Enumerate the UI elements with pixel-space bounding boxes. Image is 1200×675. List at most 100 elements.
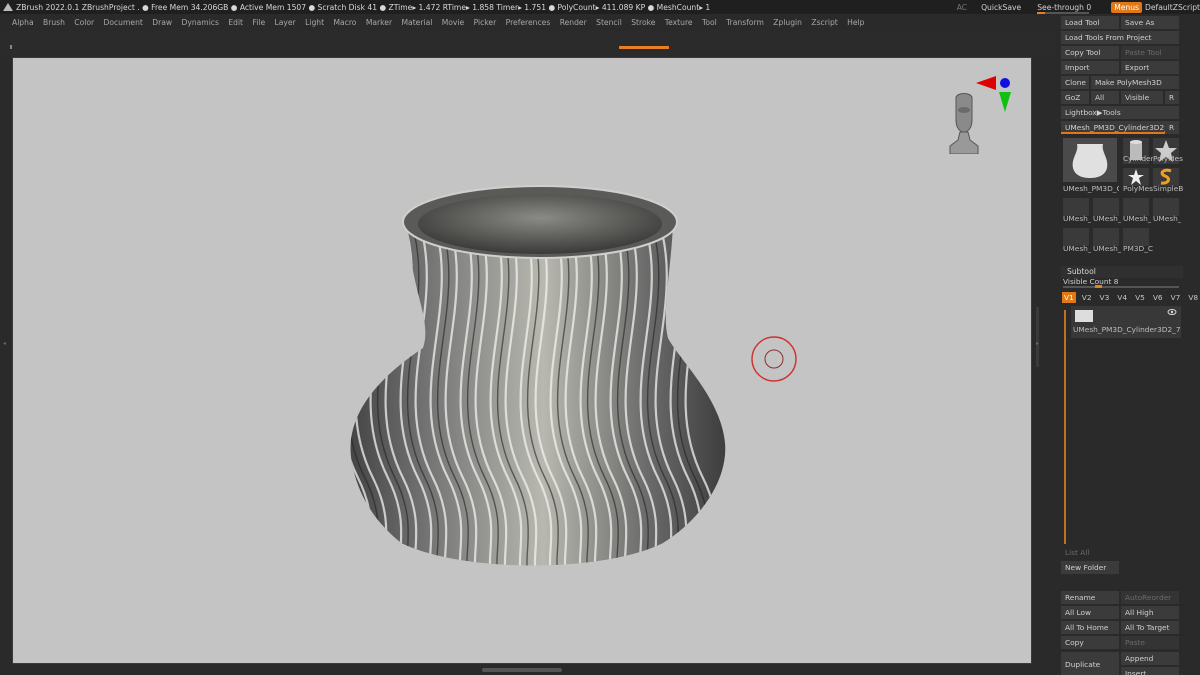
tab-v6[interactable]: V6 [1151,292,1165,303]
subtool-visibility-tabs: V1 V2 V3 V4 V5 V6 V7 V8 [1062,292,1200,303]
copy-tool-button[interactable]: Copy Tool [1061,46,1119,59]
current-tool-r-button[interactable]: R [1165,121,1179,134]
menu-help[interactable]: Help [847,18,864,27]
all-to-home-button[interactable]: All To Home [1061,621,1119,634]
load-tool-button[interactable]: Load Tool [1061,16,1119,29]
paste-subtool-button[interactable]: Paste [1121,636,1179,649]
list-all-button[interactable]: List All [1061,546,1119,559]
zbrush-logo-icon [3,3,13,11]
gutter-handle[interactable] [1036,307,1039,367]
new-folder-button[interactable]: New Folder [1061,561,1119,574]
right-gutter [1033,57,1057,664]
quicksave-button[interactable]: QuickSave [981,3,1021,12]
duplicate-button[interactable]: Duplicate [1061,652,1119,675]
menu-stencil[interactable]: Stencil [596,18,622,27]
all-to-target-button[interactable]: All To Target [1121,621,1179,634]
eye-icon[interactable] [1167,308,1177,316]
tab-v1[interactable]: V1 [1062,292,1076,303]
menu-stroke[interactable]: Stroke [631,18,655,27]
visible-count-label: Visible Count 8 [1063,277,1119,286]
append-button[interactable]: Append [1121,652,1179,665]
load-tools-from-project-button[interactable]: Load Tools From Project [1061,31,1179,44]
menu-marker[interactable]: Marker [366,18,392,27]
import-button[interactable]: Import [1061,61,1119,74]
current-tool-slider[interactable]: UMesh_PM3D_Cylinder3D2_7 [1061,121,1165,134]
goz-button[interactable]: GoZ [1061,91,1089,104]
ac-toggle[interactable]: AC [957,3,967,12]
visible-count-track[interactable] [1063,286,1179,288]
menu-preferences[interactable]: Preferences [506,18,551,27]
menu-edit[interactable]: Edit [228,18,243,27]
umesh-label-5: UMesh_ [1063,244,1091,253]
menu-brush[interactable]: Brush [43,18,65,27]
goz-visible-button[interactable]: Visible [1121,91,1163,104]
clone-button[interactable]: Clone [1061,76,1089,89]
menu-document[interactable]: Document [104,18,143,27]
tab-v7[interactable]: V7 [1169,292,1183,303]
autoreorder-button[interactable]: AutoReorder [1121,591,1179,604]
make-polymesh3d-button[interactable]: Make PolyMesh3D [1091,76,1179,89]
axis-gizmo-icon[interactable] [972,72,1012,112]
tab-v2[interactable]: V2 [1080,292,1094,303]
see-through-label: See-through 0 [1037,2,1092,12]
subtool-list-scrollbar[interactable] [1064,310,1066,544]
tab-v8[interactable]: V8 [1186,292,1200,303]
vase-model[interactable] [13,58,1032,664]
title-right-controls: AC QuickSave See-through 0 Menus Default… [957,0,1200,14]
visible-count-handle[interactable] [1095,285,1102,288]
rename-button[interactable]: Rename [1061,591,1119,604]
title-status-text: ZBrush 2022.0.1 ZBrushProject . ● Free M… [16,2,711,12]
umesh-label-6: UMesh_ [1093,244,1121,253]
menu-zplugin[interactable]: Zplugin [773,18,802,27]
menu-transform[interactable]: Transform [726,18,764,27]
tool-thumb-vase[interactable] [1063,138,1117,182]
menu-layer[interactable]: Layer [275,18,296,27]
menu-tool[interactable]: Tool [702,18,717,27]
tab-v4[interactable]: V4 [1115,292,1129,303]
menu-light[interactable]: Light [305,18,324,27]
goz-all-button[interactable]: All [1091,91,1119,104]
canvas-viewport[interactable] [12,57,1032,664]
bottom-tray-handle[interactable] [482,668,562,672]
umesh-label-2: UMesh_ [1093,214,1121,223]
see-through-slider[interactable]: See-through 0 [1037,2,1101,14]
all-high-button[interactable]: All High [1121,606,1179,619]
default-zscript-button[interactable]: DefaultZScript [1145,3,1200,12]
all-low-button[interactable]: All Low [1061,606,1119,619]
subtool-thumbnail-icon [1075,310,1093,322]
insert-button[interactable]: Insert [1121,667,1179,675]
menu-draw[interactable]: Draw [152,18,172,27]
polymesh-label-mid: PolyMes [1123,184,1153,193]
pm3d-label: PM3D_C [1123,244,1153,253]
menu-color[interactable]: Color [74,18,94,27]
menu-macro[interactable]: Macro [333,18,356,27]
menu-zscript[interactable]: Zscript [811,18,837,27]
menu-picker[interactable]: Picker [474,18,497,27]
menu-movie[interactable]: Movie [442,18,464,27]
simplebrush-label: SimpleB [1153,184,1183,193]
top-shelf [0,31,1056,56]
copy-subtool-button[interactable]: Copy [1061,636,1119,649]
tool-panel: Load Tool Save As Load Tools From Projec… [1059,14,1200,675]
tab-v5[interactable]: V5 [1133,292,1147,303]
menu-material[interactable]: Material [401,18,432,27]
menu-dynamics[interactable]: Dynamics [181,18,218,27]
subtool-list-item[interactable]: UMesh_PM3D_Cylinder3D2_7 [1071,306,1181,338]
menu-file[interactable]: File [252,18,265,27]
cylinder-label: Cylinder [1123,154,1153,163]
lightbox-tools-button[interactable]: Lightbox▶Tools [1061,106,1179,119]
umesh-label-4: UMesh_ [1153,214,1181,223]
menu-texture[interactable]: Texture [665,18,693,27]
export-button[interactable]: Export [1121,61,1179,74]
right-tray-handle[interactable]: ▸ [1036,340,1040,348]
shelf-active-indicator [619,46,669,49]
paste-tool-button[interactable]: Paste Tool [1121,46,1179,59]
tab-v3[interactable]: V3 [1098,292,1112,303]
left-tray-handle[interactable]: ◂ [3,340,7,348]
menu-render[interactable]: Render [560,18,587,27]
save-as-button[interactable]: Save As [1121,16,1179,29]
menu-alpha[interactable]: Alpha [12,18,34,27]
menus-toggle[interactable]: Menus [1111,1,1143,13]
subtool-item-name: UMesh_PM3D_Cylinder3D2_7 [1073,325,1181,334]
goz-r-button[interactable]: R [1165,91,1179,104]
